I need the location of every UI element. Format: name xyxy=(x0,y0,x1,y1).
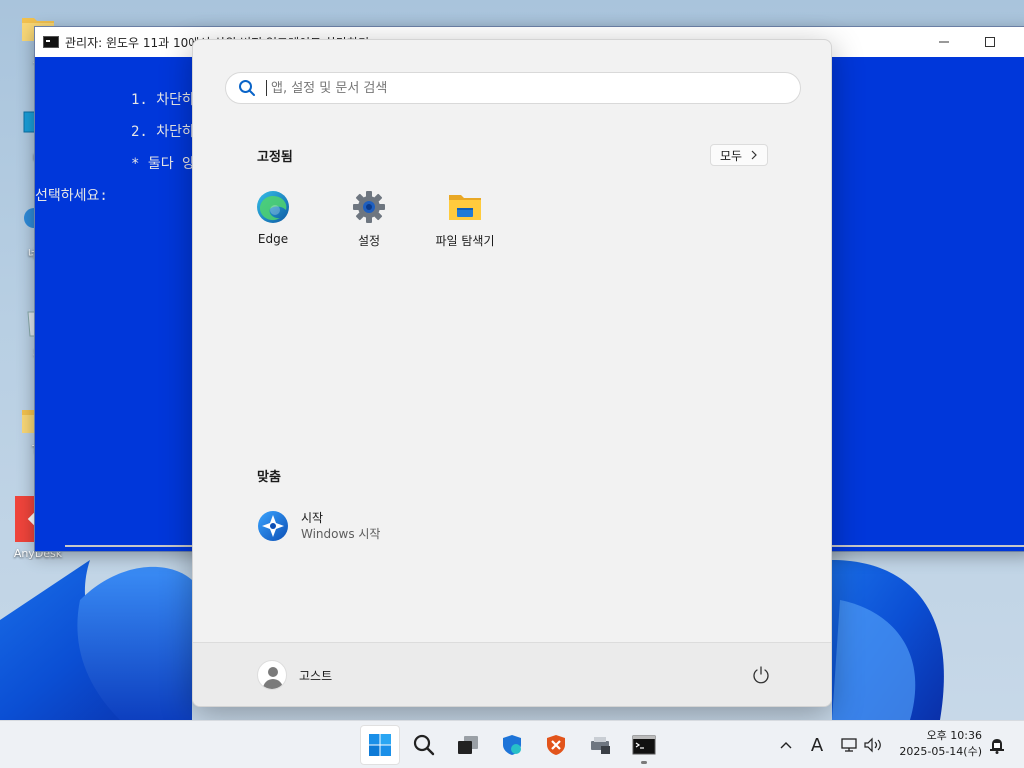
command-prompt-icon xyxy=(43,36,59,48)
pinned-app-label: 파일 탐색기 xyxy=(435,234,495,248)
notification-bell-icon xyxy=(990,739,1004,754)
windows-logo-icon xyxy=(369,734,391,756)
avatar xyxy=(257,660,287,690)
start-search-box[interactable] xyxy=(225,72,801,104)
power-icon[interactable] xyxy=(751,665,771,685)
volume-button[interactable] xyxy=(862,733,884,757)
user-account-button[interactable]: 고스트 xyxy=(257,660,332,690)
notification-button[interactable] xyxy=(986,733,1008,757)
network-status-button[interactable] xyxy=(838,733,860,757)
pinned-app-settings[interactable]: 설정 xyxy=(321,190,417,249)
clock-date: 2025-05-14(수) xyxy=(899,745,982,758)
pinned-section-title: 고정됨 xyxy=(257,150,293,165)
taskbar: A 오후 10:36 2025-05-14(수) xyxy=(0,720,1024,768)
taskbar-app-devices[interactable] xyxy=(580,725,620,765)
speaker-icon xyxy=(864,737,881,753)
console-prompt: 선택하세요: xyxy=(35,188,108,204)
pinned-app-label: Edge xyxy=(257,232,289,246)
recommended-section-title: 맞춤 xyxy=(257,470,281,485)
search-input[interactable] xyxy=(266,80,766,96)
running-indicator xyxy=(641,761,647,764)
start-footer: 고스트 xyxy=(193,642,831,706)
recommended-item-subtitle: Windows 시작 xyxy=(301,527,381,541)
all-apps-button[interactable]: 모두 xyxy=(710,144,768,166)
maximize-button[interactable] xyxy=(967,27,1013,57)
recommended-item-get-started[interactable]: 시작 Windows 시작 xyxy=(257,510,380,542)
get-started-icon xyxy=(258,511,288,541)
taskbar-search-button[interactable] xyxy=(404,725,444,765)
taskbar-app-security[interactable] xyxy=(492,725,532,765)
ime-indicator[interactable]: A xyxy=(806,733,828,757)
clock-time: 오후 10:36 xyxy=(926,729,982,742)
console-line: * 둘다 앙 xyxy=(131,156,195,172)
search-icon xyxy=(239,80,255,96)
chevron-up-icon xyxy=(780,742,792,749)
shield-x-icon xyxy=(547,735,565,755)
start-button[interactable] xyxy=(360,725,400,765)
chevron-right-icon xyxy=(751,150,757,160)
pinned-app-label: 설정 xyxy=(357,234,381,248)
command-prompt-icon xyxy=(632,735,656,755)
start-menu: 고정됨 모두 Edge 설정 xyxy=(192,39,832,707)
maximize-icon xyxy=(985,37,995,47)
network-icon xyxy=(841,738,857,752)
minimize-button[interactable] xyxy=(921,27,967,57)
pinned-app-file-explorer[interactable]: 파일 탐색기 xyxy=(417,190,513,249)
taskbar-app-firewall[interactable] xyxy=(536,725,576,765)
minimize-icon xyxy=(939,41,949,43)
task-view-button[interactable] xyxy=(448,725,488,765)
show-hidden-icons-button[interactable] xyxy=(776,733,796,757)
folder-icon xyxy=(449,195,481,220)
taskbar-app-command-prompt[interactable] xyxy=(624,725,664,765)
taskbar-clock[interactable]: 오후 10:36 2025-05-14(수) xyxy=(899,728,982,760)
all-apps-label: 모두 xyxy=(719,148,743,163)
task-view-icon xyxy=(458,736,478,754)
console-line: 2. 차단하 xyxy=(131,124,195,140)
user-name: 고스트 xyxy=(299,668,333,683)
search-icon xyxy=(413,734,435,756)
pinned-app-edge[interactable]: Edge xyxy=(225,190,321,246)
console-line: 1. 차단하 xyxy=(131,92,195,108)
gear-icon xyxy=(353,191,385,223)
shield-icon xyxy=(503,735,521,755)
recommended-item-name: 시작 xyxy=(301,511,324,525)
printer-icon xyxy=(591,737,610,754)
edge-icon xyxy=(257,191,289,223)
